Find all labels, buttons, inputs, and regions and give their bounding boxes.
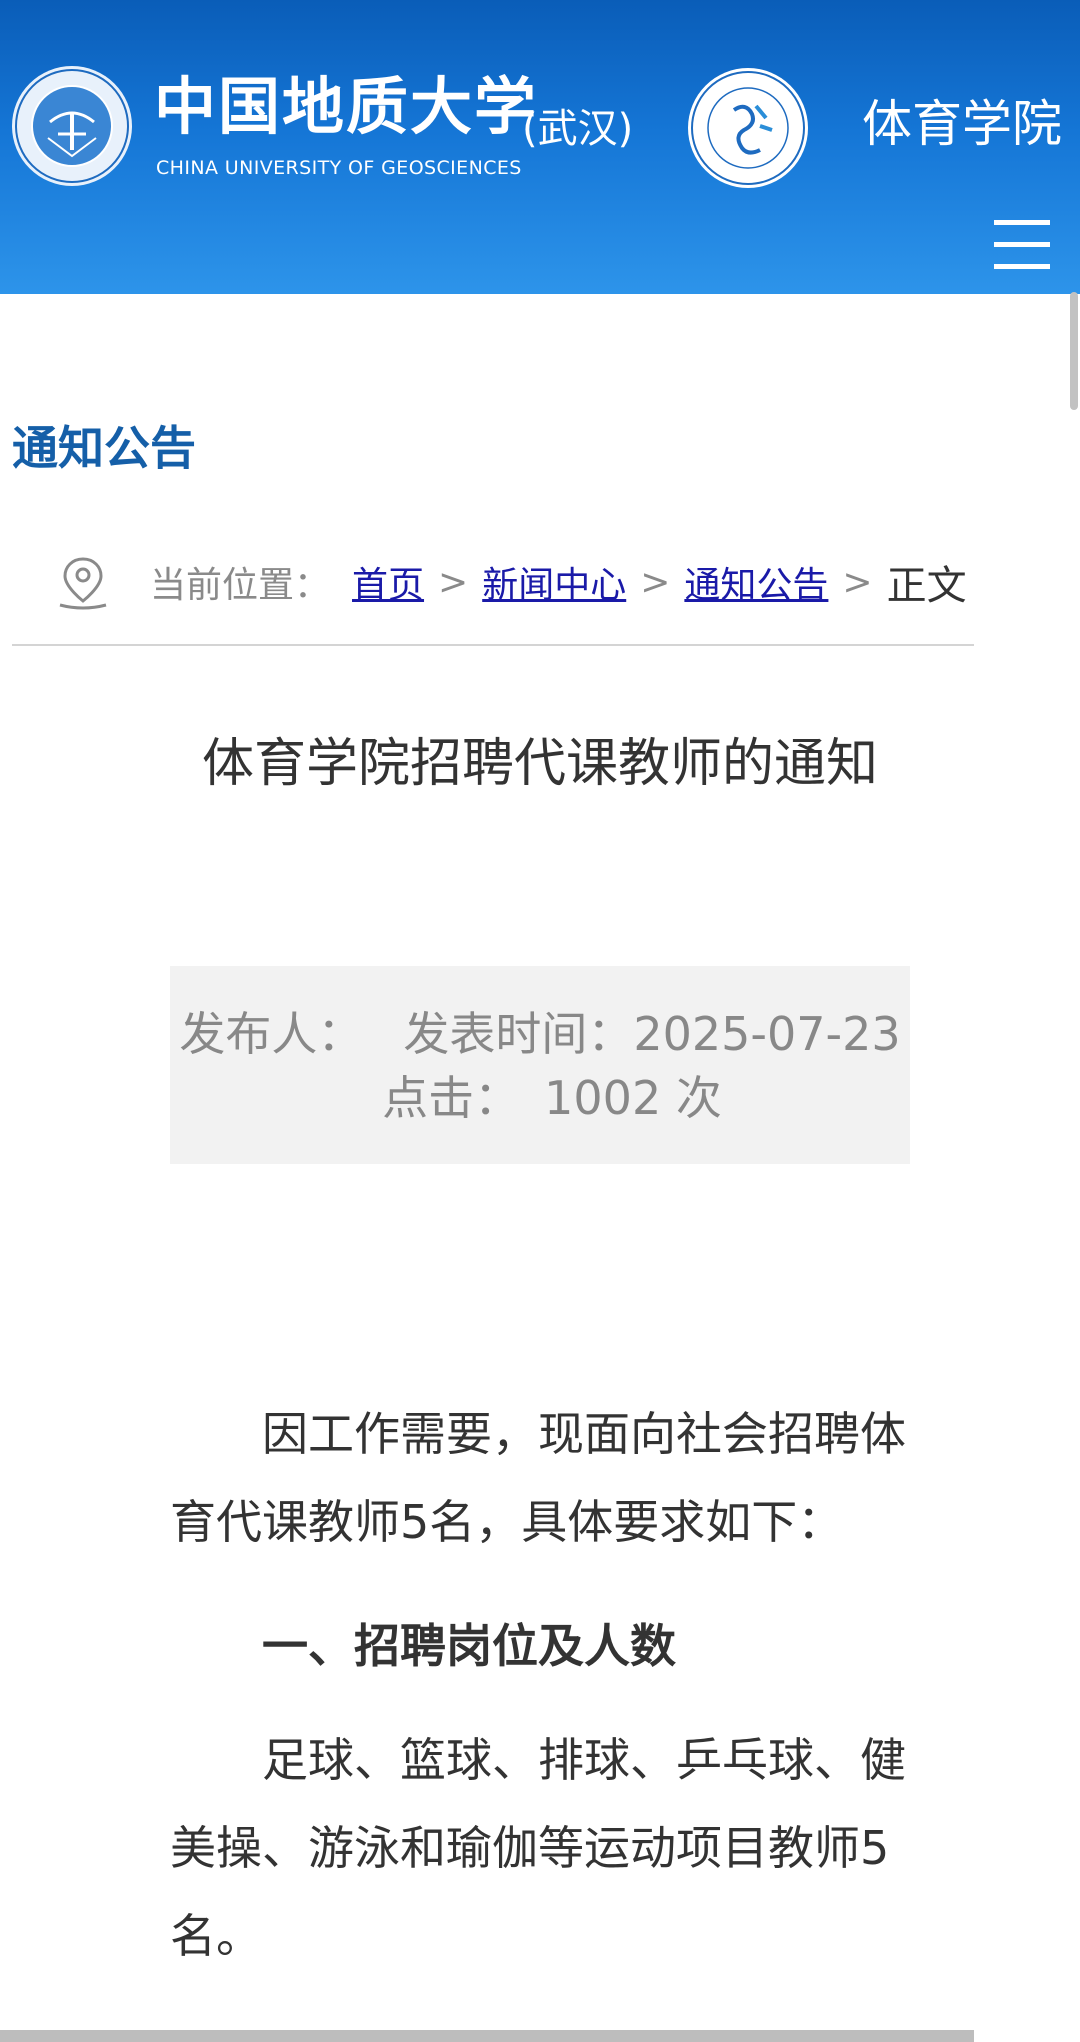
publisher-label: 发布人： xyxy=(179,1007,364,1061)
page: 中国地质大学 (武汉) CHINA UNIVERSITY OF GEOSCIEN… xyxy=(0,0,1080,2042)
site-header: 中国地质大学 (武汉) CHINA UNIVERSITY OF GEOSCIEN… xyxy=(0,0,1080,294)
college-name: 体育学院 xyxy=(862,95,1062,153)
breadcrumb-current: 正文 xyxy=(886,563,967,609)
horizontal-scrollbar[interactable] xyxy=(0,2030,974,2042)
article-title: 体育学院招聘代课教师的通知 xyxy=(201,734,878,794)
university-name-en: CHINA UNIVERSITY OF GEOSCIENCES xyxy=(156,157,522,179)
clicks-label: 点击： xyxy=(382,1071,521,1125)
location-pin-icon xyxy=(59,557,107,610)
university-seal-icon xyxy=(12,66,132,186)
menu-icon-bar xyxy=(994,220,1050,225)
section-title: 通知公告 xyxy=(12,421,196,475)
article-body: 因工作需要，现面向社会招聘体育代课教师5名，具体要求如下： 一、招聘岗位及人数 … xyxy=(170,1390,910,1980)
breadcrumb-label: 当前位置： xyxy=(150,565,331,606)
publish-time-label: 发表时间： xyxy=(403,1007,634,1061)
article-paragraph: 足球、篮球、排球、乒乓球、健美操、游泳和瑜伽等运动项目教师5名。 xyxy=(170,1733,906,1963)
publish-time-value: 2025-07-23 xyxy=(633,1007,901,1061)
university-name-cn: 中国地质大学 xyxy=(154,70,539,143)
breadcrumb-divider xyxy=(12,644,974,646)
breadcrumb-separator: > xyxy=(640,561,671,603)
breadcrumb-separator: > xyxy=(438,561,469,603)
article-meta-text: 发布人： 发表时间：2025-07-23 点击： 1002 次 xyxy=(170,1002,910,1130)
clicks-value: 1002 次 xyxy=(544,1071,722,1125)
article-heading: 一、招聘岗位及人数 xyxy=(262,1619,676,1673)
breadcrumb-separator: > xyxy=(842,561,873,603)
menu-icon[interactable] xyxy=(990,216,1054,276)
menu-icon-bar xyxy=(994,242,1050,247)
breadcrumb-link-home[interactable]: 首页 xyxy=(352,556,424,608)
vertical-scrollbar[interactable] xyxy=(1070,292,1078,410)
college-seal-icon xyxy=(688,68,808,188)
menu-icon-bar xyxy=(994,264,1050,269)
university-city: (武汉) xyxy=(522,106,634,152)
article-meta: 发布人： 发表时间：2025-07-23 点击： 1002 次 xyxy=(170,966,910,1164)
breadcrumb-link-notices[interactable]: 通知公告 xyxy=(684,556,828,608)
breadcrumb: 当前位置： 首页 > 新闻中心 > 通知公告 > 正文 xyxy=(56,552,967,612)
breadcrumb-link-news-center[interactable]: 新闻中心 xyxy=(482,556,626,608)
article-paragraph: 因工作需要，现面向社会招聘体育代课教师5名，具体要求如下： xyxy=(170,1407,906,1549)
